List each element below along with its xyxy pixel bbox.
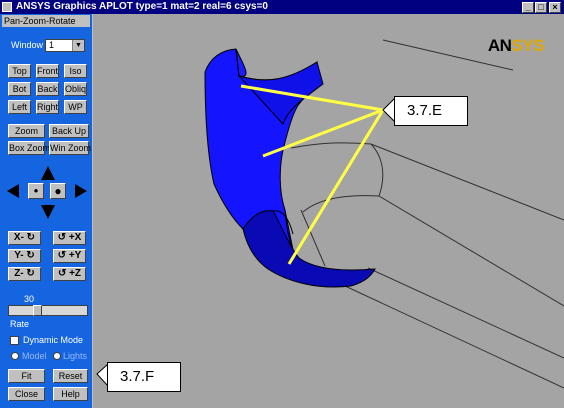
zoom-button[interactable]: Zoom bbox=[8, 124, 45, 138]
pan-down-arrow-icon[interactable] bbox=[41, 205, 55, 219]
model-canvas bbox=[204, 39, 564, 389]
rotate-y-plus-button[interactable]: ↺ +Y bbox=[53, 249, 86, 263]
wp-view-button[interactable]: WP bbox=[64, 100, 87, 114]
window-select[interactable]: 1 ▼ bbox=[45, 39, 85, 52]
iso-view-button[interactable]: Iso bbox=[64, 64, 87, 78]
close-window-button[interactable]: × bbox=[549, 2, 561, 13]
logo-an: AN bbox=[487, 36, 512, 55]
dynamic-mode-label: Dynamic Mode bbox=[23, 335, 84, 345]
rate-label: Rate bbox=[10, 319, 30, 329]
zoom-in-small-button[interactable]: ● bbox=[28, 183, 44, 199]
rotate-x-plus-button[interactable]: ↺ +X bbox=[53, 231, 86, 245]
right-view-button[interactable]: Right bbox=[36, 100, 59, 114]
lights-radio-label: Lights bbox=[63, 351, 88, 361]
rotate-x-minus-button[interactable]: X- ↻ bbox=[8, 231, 41, 245]
callout-3-7-f: 3.7.F bbox=[107, 362, 181, 392]
back-up-button[interactable]: Back Up bbox=[49, 124, 89, 138]
help-button[interactable]: Help bbox=[53, 387, 88, 401]
model-radio-label: Model bbox=[22, 351, 47, 361]
logo-sys: SYS bbox=[511, 36, 544, 55]
pan-up-arrow-icon[interactable] bbox=[41, 166, 55, 180]
pan-right-arrow-icon[interactable] bbox=[75, 184, 87, 198]
fit-button[interactable]: Fit bbox=[8, 369, 45, 383]
reset-button[interactable]: Reset bbox=[53, 369, 88, 383]
rate-value: 30 bbox=[24, 294, 35, 304]
title-bar: ANSYS Graphics APLOT type=1 mat=2 real=6… bbox=[0, 0, 564, 14]
rate-slider-thumb[interactable] bbox=[33, 305, 42, 316]
maximize-button[interactable]: □ bbox=[535, 2, 547, 13]
obliq-view-button[interactable]: Obliq bbox=[64, 82, 87, 96]
pan-zoom-rotate-panel: Pan-Zoom-Rotate Window 1 ▼ Top Front Iso… bbox=[0, 14, 92, 408]
ansys-logo: ANSYS bbox=[487, 36, 545, 56]
graphics-viewport[interactable]: ANSYS bbox=[93, 14, 564, 408]
panel-title: Pan-Zoom-Rotate bbox=[2, 15, 90, 27]
back-view-button[interactable]: Back bbox=[36, 82, 59, 96]
window-label: Window bbox=[11, 40, 44, 50]
model-geometry bbox=[204, 39, 564, 389]
callout-3-7-e: 3.7.E bbox=[394, 96, 468, 126]
lights-radio[interactable] bbox=[53, 352, 61, 360]
app-icon bbox=[2, 2, 12, 12]
pan-left-arrow-icon[interactable] bbox=[7, 184, 19, 198]
dynamic-mode-checkbox[interactable] bbox=[10, 336, 19, 345]
model-radio[interactable] bbox=[11, 352, 19, 360]
close-panel-button[interactable]: Close bbox=[8, 387, 45, 401]
rotate-z-minus-button[interactable]: Z- ↻ bbox=[8, 267, 41, 281]
box-zoom-button[interactable]: Box Zoom bbox=[8, 141, 50, 155]
left-view-button[interactable]: Left bbox=[8, 100, 31, 114]
win-zoom-button[interactable]: Win Zoom bbox=[49, 141, 91, 155]
chevron-down-icon[interactable]: ▼ bbox=[72, 40, 84, 51]
top-view-button[interactable]: Top bbox=[8, 64, 31, 78]
minimize-button[interactable]: _ bbox=[522, 2, 534, 13]
front-view-button[interactable]: Front bbox=[36, 64, 59, 78]
rotate-y-minus-button[interactable]: Y- ↻ bbox=[8, 249, 41, 263]
bot-view-button[interactable]: Bot bbox=[8, 82, 31, 96]
window-title: ANSYS Graphics APLOT type=1 mat=2 real=6… bbox=[16, 1, 268, 12]
rate-slider[interactable] bbox=[8, 305, 88, 316]
window-select-value: 1 bbox=[49, 40, 55, 50]
zoom-out-large-button[interactable]: ● bbox=[50, 183, 66, 199]
rotate-z-plus-button[interactable]: ↺ +Z bbox=[53, 267, 86, 281]
